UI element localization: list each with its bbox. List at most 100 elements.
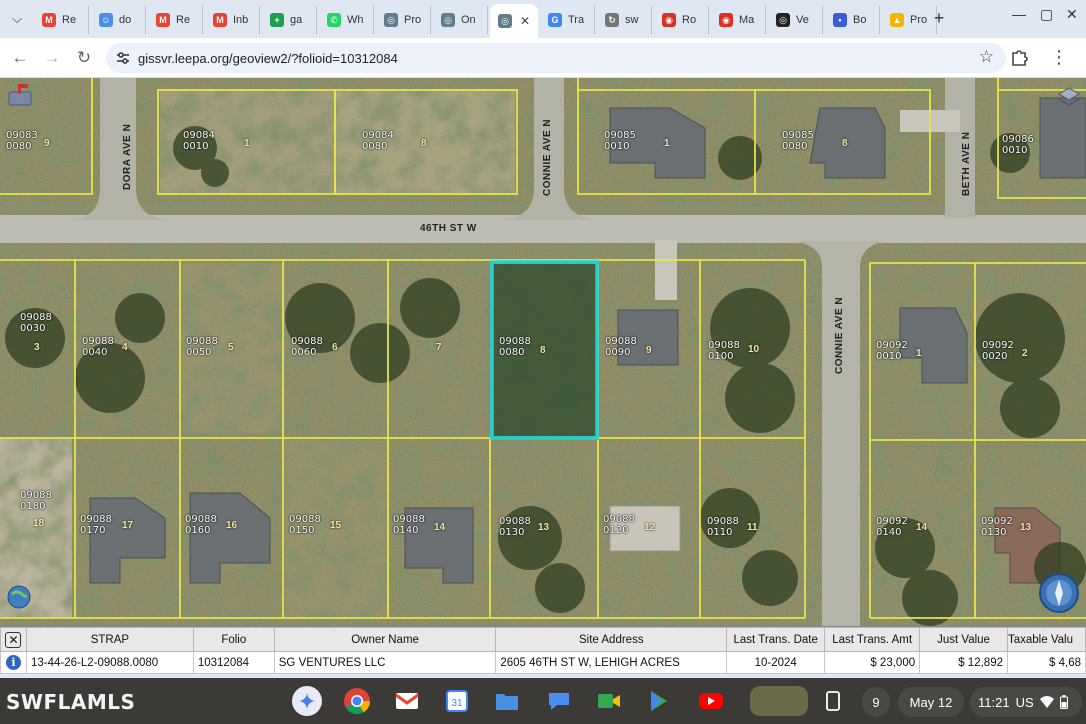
status-tray[interactable]: 11:21 US <box>970 687 1082 717</box>
bookmark-star-icon[interactable]: ☆ <box>979 47 994 67</box>
site-settings-icon[interactable] <box>116 51 130 65</box>
globe-tool-icon[interactable] <box>6 584 32 610</box>
play-store-app[interactable] <box>644 686 674 716</box>
youtube-icon <box>699 693 723 709</box>
lot-number-label: 8 <box>421 138 427 149</box>
browser-tab[interactable]: ◎ On <box>433 6 488 34</box>
chrome-app[interactable] <box>342 686 372 716</box>
phone-hub-button[interactable] <box>818 686 848 716</box>
cell-address: 2605 46TH ST W, LEHIGH ACRES <box>495 651 728 674</box>
gmail-icon: M <box>42 13 56 27</box>
forward-button[interactable]: → <box>40 46 64 70</box>
locale-text: US <box>1015 694 1034 710</box>
launcher-button[interactable] <box>292 686 322 716</box>
layers-tool-icon[interactable] <box>1056 84 1082 110</box>
date-tray[interactable]: May 12 <box>898 687 964 717</box>
browser-tab[interactable]: ◎ Ve <box>768 6 823 34</box>
tab-title: Wh <box>347 14 364 26</box>
tab-title: sw <box>625 14 639 26</box>
kebab-menu-icon[interactable]: ⋮ <box>1050 46 1068 68</box>
tab-close-icon[interactable]: ✕ <box>520 14 530 28</box>
col-header-owner[interactable]: Owner Name <box>273 627 497 652</box>
tab-title: Ro <box>682 14 697 26</box>
col-header-address[interactable]: Site Address <box>495 627 728 652</box>
parcel-id-label: 09088 0090 <box>605 336 637 358</box>
close-window-button[interactable]: ✕ <box>1066 6 1078 23</box>
info-icon[interactable]: i <box>5 655 21 670</box>
new-tab-button[interactable]: + <box>928 7 950 29</box>
parcel-id-label: 09083 0080 <box>6 130 38 152</box>
parcel-id-label: 09088 0100 <box>708 340 740 362</box>
browser-tab[interactable]: ☺ do <box>91 6 146 34</box>
browser-tab[interactable]: + ga <box>262 6 317 34</box>
reload-button[interactable]: ↻ <box>72 46 96 70</box>
lot-number-label: 16 <box>226 520 238 531</box>
address-bar[interactable]: gissvr.leepa.org/geoview2/?folioid=10312… <box>106 43 1006 73</box>
tab-title: ga <box>290 14 303 26</box>
tab-title: Inb <box>233 14 249 26</box>
target-icon: ◉ <box>719 13 733 27</box>
globe-icon: ◎ <box>384 13 398 27</box>
street-label-dora: DORA AVE N <box>122 123 133 190</box>
mail-tool-icon[interactable] <box>6 82 34 108</box>
compass-icon[interactable] <box>1038 572 1080 614</box>
video-camera-icon <box>598 694 620 708</box>
parcel-map[interactable]: 46TH ST W DORA AVE N CONNIE AVE N BETH A… <box>0 78 1086 626</box>
parcel-id-label: 09092 0020 <box>982 340 1014 362</box>
sparkle-icon <box>299 693 315 709</box>
parcel-id-label: 09084 0080 <box>362 130 394 152</box>
gmail-app[interactable] <box>392 686 422 716</box>
close-results-cell[interactable]: ✕ <box>0 627 27 652</box>
cell-folio: 10312084 <box>192 651 275 674</box>
col-header-just-value[interactable]: Just Value <box>919 627 1008 652</box>
url-text[interactable]: gissvr.leepa.org/geoview2/?folioid=10312… <box>138 51 398 66</box>
col-header-taxable-value[interactable]: Taxable Valu <box>1006 627 1086 652</box>
plus-square-icon: + <box>270 13 284 27</box>
browser-tab[interactable]: G Tra <box>540 6 595 34</box>
back-button[interactable]: ← <box>8 46 32 70</box>
col-header-folio[interactable]: Folio <box>192 627 275 652</box>
lot-number-label: 5 <box>228 342 234 353</box>
files-app[interactable] <box>492 686 522 716</box>
parcel-id-label: 09086 0010 <box>1002 134 1034 156</box>
parcel-id-label: 09088 0050 <box>186 336 218 358</box>
browser-tab[interactable]: M Inb <box>205 6 260 34</box>
browser-tab[interactable]: ✆ Wh <box>319 6 374 34</box>
parcel-id-label: 09088 0140 <box>393 514 425 536</box>
table-row[interactable]: i 13-44-26-L2-09088.0080 10312084 SG VEN… <box>0 651 1086 674</box>
notification-count-badge[interactable]: 9 <box>862 687 890 717</box>
parcel-id-label: 09088 0030 <box>20 312 52 334</box>
col-header-strap[interactable]: STRAP <box>25 627 194 652</box>
street-label-connie-top: CONNIE AVE N <box>542 118 553 196</box>
browser-tab[interactable]: M Re <box>148 6 203 34</box>
chat-bubble-icon <box>549 693 569 710</box>
browser-tab[interactable]: • Bo <box>825 6 880 34</box>
browser-tab[interactable]: ◉ Ma <box>711 6 766 34</box>
meet-app[interactable] <box>594 686 624 716</box>
browser-tab[interactable]: ◉ Ro <box>654 6 709 34</box>
tab-search-button[interactable]: ⌵ <box>4 6 30 32</box>
close-icon[interactable]: ✕ <box>5 631 22 648</box>
calendar-app[interactable]: 31 <box>442 686 472 716</box>
browser-tab[interactable]: ◎ ✕ <box>490 4 538 38</box>
calendar-icon: 31 <box>446 690 468 712</box>
lot-number-label: 9 <box>646 345 652 356</box>
extensions-puzzle-icon[interactable] <box>1008 46 1030 68</box>
browser-tab[interactable]: M Re <box>34 6 89 34</box>
maximize-button[interactable]: ▢ <box>1040 6 1053 23</box>
messages-app[interactable] <box>544 686 574 716</box>
tab-title: Ve <box>796 14 809 26</box>
chrome-icon <box>344 688 371 715</box>
browser-tab[interactable]: ↻ sw <box>597 6 652 34</box>
browser-tab[interactable]: ◎ Pro <box>376 6 431 34</box>
col-header-trans-amt[interactable]: Last Trans. Amt <box>824 627 921 652</box>
tab-title: Pro <box>910 14 928 26</box>
window-preview-thumbnail[interactable] <box>750 686 808 716</box>
translate-icon: G <box>548 13 562 27</box>
street-label-46th: 46TH ST W <box>420 223 477 234</box>
youtube-app[interactable] <box>696 686 726 716</box>
row-info-cell[interactable]: i <box>0 651 27 674</box>
tab-title: Pro <box>404 14 422 26</box>
col-header-trans-date[interactable]: Last Trans. Date <box>726 627 826 652</box>
minimize-button[interactable]: — <box>1012 6 1026 22</box>
